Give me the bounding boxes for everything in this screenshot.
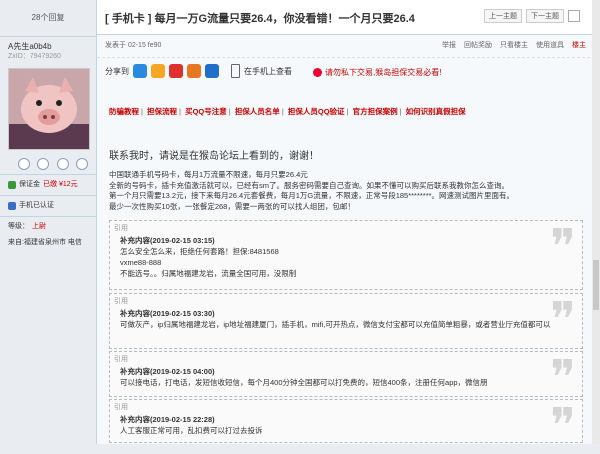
link-identify-fake[interactable]: 如何识别真假担保 <box>406 107 466 116</box>
friend-icon[interactable] <box>56 158 69 170</box>
quote-mark-icon: ❞ <box>550 219 576 275</box>
post-body: 中国联通手机号码卡，每月1万流量不限速，每月只要26.4元 全新的号码卡，插卡充… <box>109 170 579 212</box>
phone-verified-row: 手机已认证 <box>0 200 96 212</box>
phone-icon <box>231 64 240 78</box>
phone-verified-icon <box>8 202 16 210</box>
warning-icon <box>313 68 322 77</box>
quote-block: 引用 补充内容(2019-02-15 22:28) 人工客服正常可用，乱扣费可以… <box>109 398 583 454</box>
quote-block: 引用 补充内容(2019-02-15 03:15) 怎么安全怎么来，拒绝任何套路… <box>109 220 583 290</box>
quote-block: 引用 补充内容(2019-02-15 04:00) 可以接电话，打电话，发短信收… <box>109 350 583 406</box>
scrollbar[interactable] <box>592 0 600 444</box>
more-icon[interactable] <box>75 158 88 170</box>
thread-title: [ 手机卡 ] 每月一万G流量只要26.4，你没看错！一个月只要26.4 <box>105 10 415 26</box>
message-icon[interactable] <box>37 158 50 170</box>
avatar[interactable] <box>8 68 90 150</box>
next-thread-button[interactable]: 下一主题 <box>526 9 564 23</box>
trade-warning[interactable]: 请勿私下交易,猴岛担保交易必看! <box>313 67 441 78</box>
phone-view-link[interactable]: 在手机上查看 <box>244 66 292 77</box>
qq-icon[interactable] <box>133 64 147 78</box>
link-qq-notice[interactable]: 买QQ号注意 <box>185 107 227 116</box>
body-line: 第一个月只需要13.2元，接下来每月26.4元套餐费，每月1万G流量，不限速，正… <box>109 191 515 200</box>
body-line: 最少一次性购买10张，一张餐定268，需要一两张的可以找人组团，包邮！ <box>109 201 355 211</box>
location: 来自:福建省泉州市 电信 <box>8 239 82 246</box>
qzone-icon[interactable] <box>151 64 165 78</box>
only-author-link[interactable]: 只看楼主 <box>500 35 528 57</box>
body-line: 全新的号码卡，插卡充值激活就可以，已经有sm了。服务密码需要自己查询。如果不懂可… <box>109 180 509 190</box>
link-qq-verify[interactable]: 担保人员QQ验证 <box>288 107 345 116</box>
guarantee-icon <box>8 181 16 189</box>
level-row: 等级： 上尉 <box>0 221 96 233</box>
scrollbar-thumb[interactable] <box>593 260 599 310</box>
thread-nav: 上一主题 下一主题 <box>484 9 580 23</box>
user-sidebar: 28个回复 A先生a0b4b ZxID：79479260 保证金 已缴 ¥12元… <box>0 0 97 444</box>
report-link[interactable]: 举报 <box>442 35 456 57</box>
use-tool-link[interactable]: 使用道具 <box>536 35 564 57</box>
reply-count: 28个回复 <box>0 0 96 37</box>
guarantee-row: 保证金 已缴 ¥12元 <box>0 179 96 191</box>
renren-icon[interactable] <box>205 64 219 78</box>
quote-block: 引用 补充内容(2019-02-15 03:30) 可做灰产，ip归属地福建龙岩… <box>109 293 583 349</box>
thread-tag[interactable]: [ 手机卡 ] <box>105 13 151 25</box>
quote-label: 引用 <box>114 225 128 232</box>
prev-thread-button[interactable]: 上一主题 <box>484 9 522 23</box>
guarantee-value: 已缴 ¥12元 <box>43 181 78 188</box>
contact-notice: 联系我时，请说是在猴岛论坛上看到的，谢谢！ <box>109 151 319 162</box>
quote-header: 补充内容(2019-02-15 03:15) <box>120 236 215 245</box>
thread-title-text: 每月一万G流量只要26.4，你没看错！一个月只要26.4 <box>154 13 415 25</box>
link-guarantor-list[interactable]: 担保人员名单 <box>235 107 280 116</box>
post-meta: 发表于 02-15 fe90 举报 回帖奖励 只看楼主 使用道具 楼主 <box>97 35 600 58</box>
reward-link[interactable]: 回帖奖励 <box>464 35 492 57</box>
thread-title-bar: [ 手机卡 ] 每月一万G流量只要26.4，你没看错！一个月只要26.4 上一主… <box>97 0 600 35</box>
link-anti-fraud[interactable]: 防骗教程 <box>109 107 139 116</box>
post-content: [ 手机卡 ] 每月一万G流量只要26.4，你没看错！一个月只要26.4 上一主… <box>97 0 600 454</box>
forum-page: 28个回复 A先生a0b4b ZxID：79479260 保证金 已缴 ¥12元… <box>0 0 600 454</box>
quote-mark-icon: ❞ <box>550 398 576 454</box>
share-bar: 分享到 在手机上查看 <box>105 64 292 78</box>
quote-mark-icon: ❞ <box>550 350 576 406</box>
weibo-icon[interactable] <box>169 64 183 78</box>
thread-checkbox[interactable] <box>568 10 580 22</box>
share-label: 分享到 <box>105 66 129 76</box>
tencent-weibo-icon[interactable] <box>187 64 201 78</box>
user-action-icons <box>18 158 88 170</box>
post-time: 发表于 02-15 fe90 <box>105 42 162 49</box>
safety-links: 防骗教程 | 担保流程 | 买QQ号注意 | 担保人员名单 | 担保人员QQ验证 | 官方… <box>109 107 466 116</box>
link-official-cases[interactable]: 官方担保案例 <box>353 107 398 116</box>
user-id: ZxID：79479260 <box>8 53 61 60</box>
username[interactable]: A先生a0b4b <box>8 41 88 52</box>
link-guarantee-flow[interactable]: 担保流程 <box>147 107 177 116</box>
level-value[interactable]: 上尉 <box>32 221 46 233</box>
profile-icon[interactable] <box>18 158 30 170</box>
body-line: 中国联通手机号码卡，每月1万流量不限速，每月只要26.4元 <box>109 170 308 179</box>
pig-avatar-image <box>9 69 89 149</box>
quote-mark-icon: ❞ <box>550 292 576 348</box>
floor-label: 楼主 <box>572 42 586 49</box>
